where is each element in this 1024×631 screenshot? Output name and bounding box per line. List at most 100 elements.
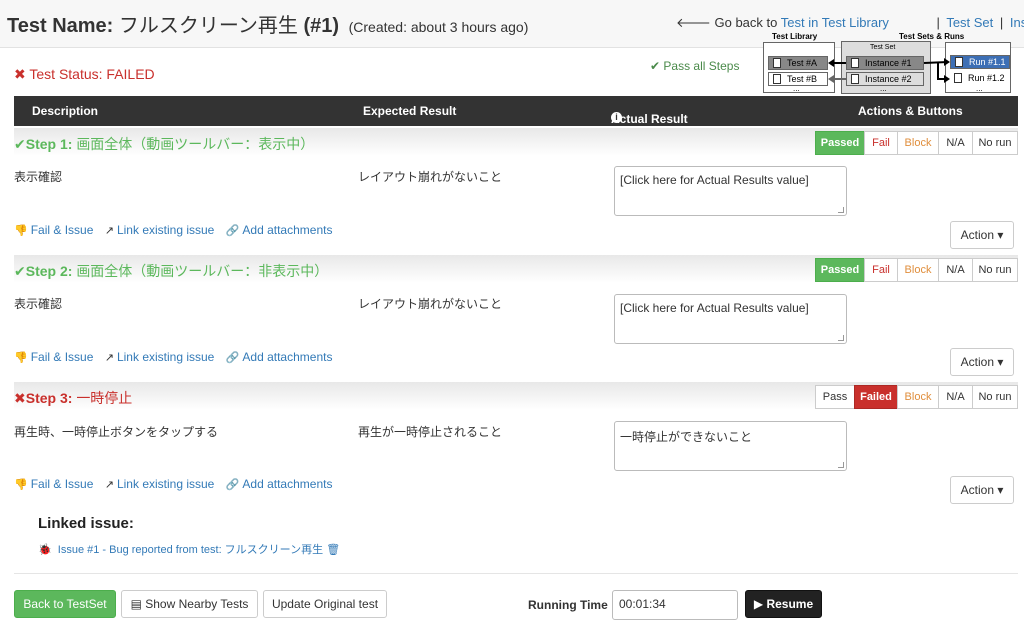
show-nearby-tests-button[interactable]: ▤ Show Nearby Tests <box>121 590 258 618</box>
step-3-failed-button[interactable]: Failed <box>854 385 898 409</box>
step-1-block-button[interactable]: Block <box>897 131 939 155</box>
step-2-attachments-link[interactable]: 🔗 Add attachments <box>226 350 333 364</box>
pass-check-icon: ✔ <box>14 263 26 279</box>
external-link-icon: ↗ <box>104 225 114 237</box>
paperclip-icon: 🔗 <box>225 225 240 237</box>
bug-icon: 🐞 <box>38 544 52 556</box>
step-1-expected: レイアウト崩れがないこと <box>358 170 503 184</box>
check-icon: ✔ <box>650 59 661 73</box>
step-3-fail-issue-link[interactable]: 👎 Fail & Issue <box>14 477 93 491</box>
back-prefix: Go back to <box>714 15 778 30</box>
thumbs-down-icon: 👎 <box>14 352 28 364</box>
col-actions: Actions & Buttons <box>858 104 963 118</box>
step-1-norun-button[interactable]: No run <box>972 131 1018 155</box>
back-arrow-icon: 🡐 <box>676 15 711 30</box>
step-2-description: 表示確認 <box>14 297 63 311</box>
paperclip-icon: 🔗 <box>225 352 240 364</box>
link-existing-label: Link existing issue <box>116 350 215 364</box>
resume-button[interactable]: ▶ Resume <box>745 590 822 618</box>
separator: | <box>999 15 1004 30</box>
resize-grip-icon[interactable] <box>838 335 844 341</box>
linked-issue-title: Linked issue: <box>38 515 134 532</box>
step-1-header: ✔Step 1: 画面全体（動画ツールバー：表示中） Passed Fail B… <box>14 128 1018 156</box>
paperclip-icon: 🔗 <box>225 479 240 491</box>
step-3-pass-button[interactable]: Pass <box>815 385 855 409</box>
thumbs-down-icon: 👎 <box>14 479 28 491</box>
instance-link[interactable]: Instance <box>1010 15 1024 30</box>
resize-grip-icon[interactable] <box>838 207 844 213</box>
step-1-actual-input[interactable]: [Click here for Actual Results value] <box>614 166 847 216</box>
thumbs-down-icon: 👎 <box>14 225 28 237</box>
step-2-header: ✔Step 2: 画面全体（動画ツールバー：非表示中） Passed Fail … <box>14 255 1018 283</box>
steps-table-header: Description Expected Result Actual Resul… <box>14 96 1018 126</box>
linked-issue-link[interactable]: Issue #1 - Bug reported from test: フルスクリ… <box>58 544 323 556</box>
step-1-attachments-link[interactable]: 🔗 Add attachments <box>226 223 333 237</box>
step-3-block-button[interactable]: Block <box>897 385 939 409</box>
fail-issue-label: Fail & Issue <box>30 223 94 237</box>
running-time-input[interactable]: 00:01:34 <box>612 590 738 620</box>
link-existing-label: Link existing issue <box>116 477 215 491</box>
step-2-link-existing-link[interactable]: ↗ Link existing issue <box>105 350 215 364</box>
step-1-passed-button[interactable]: Passed <box>815 131 865 155</box>
test-hierarchy-diagram: Test Library Test Sets & Runs Test Set T… <box>758 31 1016 97</box>
pass-all-steps-link[interactable]: ✔ Pass all Steps <box>650 59 739 73</box>
failed-icon: ✖ <box>14 66 26 82</box>
col-description: Description <box>32 104 99 118</box>
trash-icon[interactable]: 🗑 <box>326 544 340 556</box>
step-2-actual-input[interactable]: [Click here for Actual Results value] <box>614 294 847 344</box>
step-3-actual-input[interactable]: 一時停止ができないこと <box>614 421 847 471</box>
external-link-icon: ↗ <box>104 352 114 364</box>
step-1-label: Step 1: <box>25 136 73 152</box>
test-set-link[interactable]: Test Set <box>946 15 993 30</box>
update-original-test-button[interactable]: Update Original test <box>263 590 387 618</box>
step-3-na-button[interactable]: N/A <box>938 385 973 409</box>
step-2-fail-issue-link[interactable]: 👎 Fail & Issue <box>14 350 93 364</box>
attachments-label: Add attachments <box>242 350 333 364</box>
fail-issue-label: Fail & Issue <box>30 350 94 364</box>
step-2-links: 👎 Fail & Issue ↗ Link existing issue 🔗 Add … <box>14 350 340 364</box>
step-3-links: 👎 Fail & Issue ↗ Link existing issue 🔗 Add … <box>14 477 340 491</box>
fail-x-icon: ✖ <box>14 390 26 406</box>
back-to-testset-button[interactable]: Back to TestSet <box>14 590 116 618</box>
step-2-block-button[interactable]: Block <box>897 258 939 282</box>
step-2-passed-button[interactable]: Passed <box>815 258 865 282</box>
step-1-na-button[interactable]: N/A <box>938 131 973 155</box>
step-1-fail-issue-link[interactable]: 👎 Fail & Issue <box>14 223 93 237</box>
step-2-norun-button[interactable]: No run <box>972 258 1018 282</box>
step-2-na-button[interactable]: N/A <box>938 258 973 282</box>
step-2-name: 画面全体（動画ツールバー：非表示中） <box>76 263 329 279</box>
step-1-action-button[interactable]: Action ▾ <box>950 221 1014 249</box>
external-link-icon: ↗ <box>104 479 114 491</box>
step-3-description: 再生時、一時停止ボタンをタップする <box>14 425 219 439</box>
step-3-action-button[interactable]: Action ▾ <box>950 476 1014 504</box>
step-3-title: ✖Step 3: 一時停止 <box>14 388 132 408</box>
list-icon: ▤ <box>130 597 142 611</box>
col-expected: Expected Result <box>363 104 457 118</box>
step-2-label: Step 2: <box>25 263 73 279</box>
col-actual-label: Actual Result <box>611 112 688 126</box>
step-3-expected: 再生が一時停止されること <box>358 425 503 439</box>
step-2-title: ✔Step 2: 画面全体（動画ツールバー：非表示中） <box>14 261 328 281</box>
step-3-norun-button[interactable]: No run <box>972 385 1018 409</box>
running-time-label: Running Time <box>528 598 608 612</box>
step-3-link-existing-link[interactable]: ↗ Link existing issue <box>105 477 215 491</box>
test-name-label: Test Name: <box>7 15 114 37</box>
step-1-link-existing-link[interactable]: ↗ Link existing issue <box>105 223 215 237</box>
link-existing-label: Link existing issue <box>116 223 215 237</box>
step-1-description: 表示確認 <box>14 170 63 184</box>
separator: | <box>936 15 940 30</box>
step-1-fail-button[interactable]: Fail <box>864 131 898 155</box>
step-2-expected: レイアウト崩れがないこと <box>358 297 503 311</box>
step-3-actual-value: 一時停止ができないこと <box>620 430 753 444</box>
test-library-link[interactable]: Test in Test Library <box>781 15 889 30</box>
info-icon[interactable]: i <box>611 112 622 123</box>
step-2-actual-value: [Click here for Actual Results value] <box>620 301 809 315</box>
resize-grip-icon[interactable] <box>838 462 844 468</box>
step-3-attachments-link[interactable]: 🔗 Add attachments <box>226 477 333 491</box>
step-3-status-buttons: Pass Failed Block N/A No run <box>815 385 1018 409</box>
step-2-fail-button[interactable]: Fail <box>864 258 898 282</box>
page-title: Test Name: フルスクリーン再生 (#1) (Created: abou… <box>7 9 528 38</box>
test-status-text: Test Status: FAILED <box>29 66 155 82</box>
step-2-action-button[interactable]: Action ▾ <box>950 348 1014 376</box>
step-1-actual-value: [Click here for Actual Results value] <box>620 173 809 187</box>
